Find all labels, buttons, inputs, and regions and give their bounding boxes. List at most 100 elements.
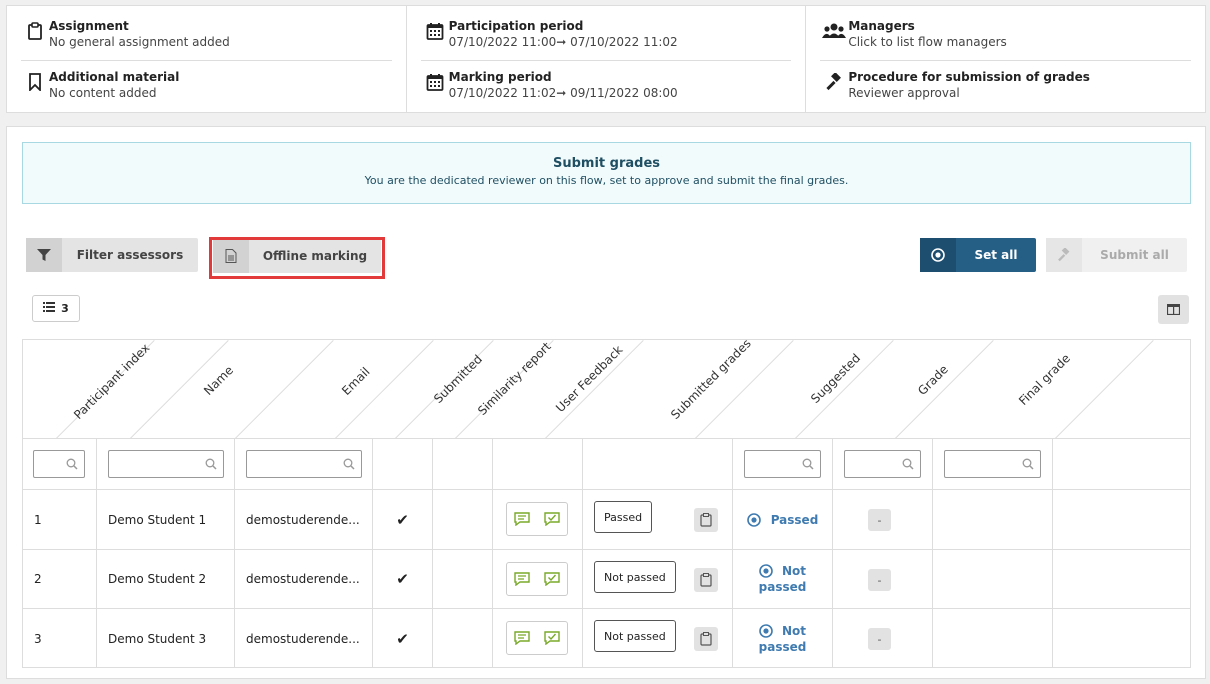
target-icon bbox=[920, 238, 956, 272]
comment-icon bbox=[514, 512, 530, 526]
procedure-title: Procedure for submission of grades bbox=[848, 70, 1090, 84]
submit-grades-banner: Submit grades You are the dedicated revi… bbox=[22, 142, 1191, 204]
assignment-info[interactable]: Assignment No general assignment added bbox=[21, 18, 392, 60]
marking-sub: 07/10/2022 11:02➞ 09/11/2022 08:00 bbox=[448, 86, 678, 100]
search-icon bbox=[205, 458, 217, 470]
target-icon bbox=[759, 564, 773, 578]
participant-index-cell: 1 bbox=[23, 490, 97, 549]
header-similarity-report[interactable]: Similarity report bbox=[475, 340, 554, 418]
info-column-periods: Participation period 07/10/2022 11:00➞ 0… bbox=[407, 6, 807, 112]
header-email[interactable]: Email bbox=[339, 365, 372, 398]
final-grade-cell bbox=[933, 550, 1053, 608]
list-count: 3 bbox=[61, 302, 69, 315]
bookmark-icon bbox=[21, 69, 49, 91]
material-sub: No content added bbox=[49, 86, 157, 100]
gavel-icon bbox=[820, 69, 848, 91]
set-all-button[interactable]: Set all bbox=[920, 238, 1036, 272]
grade-filter-input[interactable] bbox=[844, 450, 921, 478]
comment-check-icon bbox=[544, 572, 560, 586]
grade-cell: - bbox=[833, 550, 933, 608]
checkmark-icon: ✔ bbox=[396, 629, 409, 648]
comment-icon bbox=[514, 572, 530, 586]
list-view-button[interactable]: 3 bbox=[32, 295, 80, 322]
participant-index-cell: 3 bbox=[23, 609, 97, 668]
similarity-cell bbox=[433, 609, 493, 668]
procedure-sub: Reviewer approval bbox=[848, 86, 960, 100]
header-user-feedback[interactable]: User Feedback bbox=[553, 343, 625, 415]
banner-subtitle: You are the dedicated reviewer on this f… bbox=[364, 174, 849, 187]
suggested-cell[interactable]: Not passed bbox=[733, 609, 833, 668]
search-icon bbox=[343, 458, 355, 470]
table-row[interactable]: 2 Demo Student 2 demostuderende... ✔ Not… bbox=[23, 550, 1190, 609]
user-feedback-button[interactable] bbox=[506, 562, 568, 596]
grading-panel: Submit grades You are the dedicated revi… bbox=[6, 126, 1206, 679]
similarity-cell bbox=[433, 550, 493, 608]
header-submitted[interactable]: Submitted bbox=[431, 352, 485, 406]
columns-toggle-button[interactable] bbox=[1158, 295, 1189, 324]
header-divider bbox=[894, 340, 994, 438]
grade-select[interactable]: - bbox=[868, 628, 891, 650]
calendar-icon bbox=[421, 69, 449, 91]
filter-cell bbox=[583, 439, 733, 489]
managers-title: Managers bbox=[848, 19, 915, 33]
header-divider bbox=[1054, 340, 1154, 438]
submit-all-button[interactable]: Submit all bbox=[1046, 238, 1187, 272]
target-icon bbox=[746, 512, 761, 527]
search-icon bbox=[902, 458, 914, 470]
clipboard-icon bbox=[700, 513, 712, 527]
participant-index-cell: 2 bbox=[23, 550, 97, 608]
feedback-cell bbox=[493, 490, 583, 549]
user-feedback-button[interactable] bbox=[506, 621, 568, 655]
final-grade-cell bbox=[933, 609, 1053, 668]
table-row[interactable]: 3 Demo Student 3 demostuderende... ✔ Not… bbox=[23, 609, 1190, 668]
table-header: Participant index Name Email Submitted S… bbox=[23, 340, 1190, 439]
submitted-grade-value: Not passed bbox=[594, 561, 676, 593]
clipboard-icon bbox=[21, 18, 49, 40]
grade-cell: - bbox=[833, 609, 933, 668]
suggested-grade-line2: passed bbox=[758, 639, 807, 654]
name-filter-input[interactable] bbox=[108, 450, 224, 478]
clipboard-button[interactable] bbox=[694, 627, 718, 651]
grade-select[interactable]: - bbox=[868, 509, 891, 531]
search-icon bbox=[66, 458, 78, 470]
name-cell: Demo Student 2 bbox=[97, 550, 235, 608]
filter-assessors-label: Filter assessors bbox=[76, 248, 184, 262]
material-info[interactable]: Additional material No content added bbox=[21, 60, 392, 112]
managers-info[interactable]: Managers Click to list flow managers bbox=[820, 18, 1191, 60]
comment-check-icon bbox=[544, 631, 560, 645]
suggested-cell[interactable]: Not passed bbox=[733, 550, 833, 608]
table-row[interactable]: 1 Demo Student 1 demostuderende... ✔ Pas… bbox=[23, 490, 1190, 550]
clipboard-button[interactable] bbox=[694, 568, 718, 592]
header-divider bbox=[234, 340, 334, 438]
suggested-cell[interactable]: Passed bbox=[733, 490, 833, 549]
similarity-cell bbox=[433, 490, 493, 549]
material-title: Additional material bbox=[49, 70, 180, 84]
submitted-cell: ✔ bbox=[373, 490, 433, 549]
header-final-grade[interactable]: Final grade bbox=[1016, 351, 1073, 408]
info-card: Assignment No general assignment added A… bbox=[6, 5, 1206, 113]
suggested-filter-input[interactable] bbox=[744, 450, 821, 478]
final-grade-filter-input[interactable] bbox=[944, 450, 1041, 478]
filter-cell bbox=[23, 439, 97, 489]
name-cell: Demo Student 1 bbox=[97, 490, 235, 549]
header-participant-index[interactable]: Participant index bbox=[71, 341, 152, 422]
participant-index-filter-input[interactable] bbox=[33, 450, 85, 478]
grade-select[interactable]: - bbox=[868, 569, 891, 591]
calendar-icon bbox=[421, 18, 449, 40]
suggested-grade-line1: Not bbox=[781, 623, 806, 638]
feedback-cell bbox=[493, 550, 583, 608]
header-divider bbox=[544, 340, 644, 438]
grades-table: Participant index Name Email Submitted S… bbox=[22, 339, 1191, 668]
users-icon bbox=[820, 18, 848, 40]
comment-check-icon bbox=[544, 512, 560, 526]
set-all-label: Set all bbox=[974, 248, 1018, 262]
email-filter-input[interactable] bbox=[246, 450, 362, 478]
offline-marking-highlight bbox=[209, 237, 385, 279]
header-submitted-grades[interactable]: Submitted grades bbox=[668, 340, 754, 422]
header-name[interactable]: Name bbox=[201, 363, 236, 398]
target-icon bbox=[759, 623, 773, 638]
user-feedback-button[interactable] bbox=[506, 502, 568, 536]
header-grade[interactable]: Grade bbox=[915, 362, 951, 398]
clipboard-button[interactable] bbox=[694, 508, 718, 532]
filter-assessors-button[interactable]: Filter assessors bbox=[26, 238, 198, 272]
